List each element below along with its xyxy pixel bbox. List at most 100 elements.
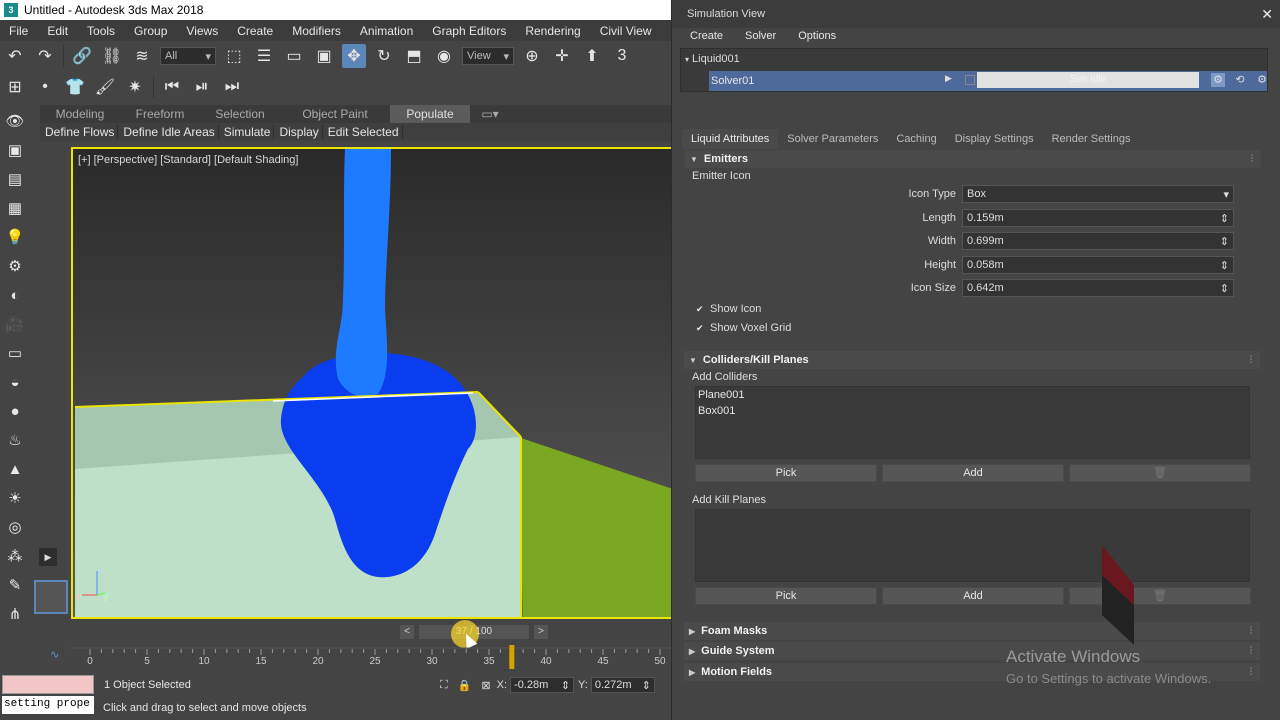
modify-panel-icon[interactable]: ▤ [2, 166, 28, 192]
close-icon[interactable]: ✕ [1261, 6, 1273, 23]
drag-grip-icon[interactable] [1250, 667, 1256, 675]
viewport-layout-button[interactable] [34, 580, 68, 614]
play-icon[interactable]: ▶ [945, 73, 952, 84]
torus-icon[interactable]: ◎ [2, 514, 28, 540]
keyboard-shortcut-icon[interactable]: ⬆ [580, 44, 604, 68]
isolate-icon[interactable]: ⛶ [440, 679, 448, 692]
tab-selection[interactable]: Selection [200, 107, 280, 121]
flow-icon[interactable]: ⋔ [2, 601, 28, 627]
menu-civil-view[interactable]: Civil View [591, 24, 662, 38]
display-button[interactable]: Display [276, 125, 323, 139]
menu-modifiers[interactable]: Modifiers [283, 24, 351, 38]
tab-liquid-attributes[interactable]: Liquid Attributes [682, 129, 779, 149]
point-icon[interactable]: • [33, 75, 57, 99]
colliders-header[interactable]: ▼ Colliders/Kill Planes [684, 351, 1260, 369]
light-icon[interactable]: 💡 [2, 224, 28, 250]
play-forward-icon[interactable]: ⏯ [190, 75, 214, 99]
drag-grip-icon[interactable] [1250, 626, 1256, 634]
key-mode-icon[interactable]: ⏮ [160, 75, 184, 99]
show-icon-checkbox[interactable]: ✔ Show Icon [696, 303, 761, 315]
window-crossing-icon[interactable]: ▣ [312, 44, 336, 68]
edit-selected-button[interactable]: Edit Selected [325, 125, 403, 139]
particle-icon[interactable]: ✷ [123, 75, 147, 99]
sphere-icon[interactable]: ● [2, 398, 28, 424]
maxscript-output[interactable]: setting prope [2, 696, 94, 714]
colliders-list[interactable]: Plane001 Box001 [695, 386, 1250, 459]
undo-icon[interactable]: ↶ [3, 44, 27, 68]
tree-item-liquid[interactable]: ▾ Liquid001 [685, 53, 740, 65]
helper-icon[interactable]: ⚙ [2, 253, 28, 279]
next-frame-button[interactable]: > [534, 625, 548, 639]
pick-collider-button[interactable]: Pick [695, 464, 877, 482]
sim-menu-solver[interactable]: Solver [745, 30, 776, 42]
camera-icon[interactable]: 🎥 [2, 311, 28, 337]
ribbon-options-icon[interactable]: ▭▾ [470, 107, 510, 121]
tab-render-settings[interactable]: Render Settings [1043, 129, 1140, 149]
delete-collider-icon[interactable]: 🗑 [1069, 464, 1251, 482]
selection-filter-dropdown[interactable]: All ▾ [160, 47, 216, 65]
tab-caching[interactable]: Caching [887, 129, 945, 149]
define-idle-areas-button[interactable]: Define Idle Areas [120, 125, 219, 139]
drag-grip-icon[interactable] [1251, 154, 1257, 162]
menu-group[interactable]: Group [125, 24, 177, 38]
menu-animation[interactable]: Animation [351, 24, 423, 38]
viewport-label[interactable]: [+] [Perspective] [Standard] [Default Sh… [78, 154, 298, 166]
redo-icon[interactable]: ↷ [33, 44, 57, 68]
cone-icon[interactable]: ▲ [2, 456, 28, 482]
list-item[interactable]: Plane001 [696, 387, 1249, 403]
x-coordinate-field[interactable]: -0.28m ⇕ [510, 677, 575, 693]
absolute-mode-icon[interactable]: ⊠ [481, 679, 490, 692]
delete-kill-plane-icon[interactable]: 🗑 [1069, 587, 1251, 605]
icon-type-dropdown[interactable]: Box ▾ [962, 185, 1234, 203]
solver-checkbox[interactable] [965, 75, 975, 85]
next-key-icon[interactable]: ⏭ [220, 75, 244, 99]
snaps-toggle-icon[interactable]: 3 [610, 44, 634, 68]
add-kill-plane-button[interactable]: Add [882, 587, 1064, 605]
add-collider-button[interactable]: Add [882, 464, 1064, 482]
tab-freeform[interactable]: Freeform [120, 107, 200, 121]
settings-icon[interactable]: ⚙ [1211, 73, 1225, 87]
menu-rendering[interactable]: Rendering [516, 24, 590, 38]
tab-modeling[interactable]: Modeling [40, 107, 120, 121]
kill-planes-list[interactable] [695, 509, 1250, 582]
teapot-icon[interactable]: ♨ [2, 427, 28, 453]
lock-icon[interactable]: 🔒 [458, 679, 472, 692]
reference-coord-dropdown[interactable]: View ▾ [462, 47, 514, 65]
placement-icon[interactable]: ◉ [432, 44, 456, 68]
move-icon[interactable]: ✥ [342, 44, 366, 68]
create-panel-icon[interactable]: ▣ [2, 137, 28, 163]
reset-icon[interactable]: ⟲ [1233, 73, 1247, 87]
box-icon[interactable]: ▭ [2, 340, 28, 366]
menu-views[interactable]: Views [177, 24, 228, 38]
unlink-icon[interactable]: ⛓ [100, 44, 124, 68]
paint-brush-icon[interactable]: ✎ [2, 572, 28, 598]
eye-icon[interactable]: 👁 [2, 108, 28, 134]
menu-file[interactable]: File [0, 24, 38, 38]
tab-solver-parameters[interactable]: Solver Parameters [778, 129, 887, 149]
width-spinner[interactable]: 0.699m ⇕ [962, 232, 1234, 250]
menu-graph-editors[interactable]: Graph Editors [423, 24, 516, 38]
show-voxel-grid-checkbox[interactable]: ✔ Show Voxel Grid [696, 322, 791, 334]
sun-icon[interactable]: ☀ [2, 485, 28, 511]
define-flows-button[interactable]: Define Flows [42, 125, 119, 139]
tab-object-paint[interactable]: Object Paint [280, 107, 390, 121]
tree-item-solver[interactable]: Solver01 ▶ Sim Idle ⚙ ⟲ ⚙ [709, 71, 1267, 91]
pivot-center-icon[interactable]: ⊕ [520, 44, 544, 68]
dome-icon[interactable]: ◒ [2, 369, 28, 395]
rect-selection-icon[interactable]: ▭ [282, 44, 306, 68]
list-item[interactable]: Box001 [696, 403, 1249, 419]
guide-system-header[interactable]: ▶ Guide System [684, 642, 1260, 660]
bind-space-warp-icon[interactable]: ≋ [130, 44, 154, 68]
prev-frame-button[interactable]: < [400, 625, 414, 639]
length-spinner[interactable]: 0.159m ⇕ [962, 209, 1234, 227]
menu-create[interactable]: Create [228, 24, 283, 38]
options-icon[interactable]: ⚙ [1255, 73, 1269, 87]
menu-tools[interactable]: Tools [78, 24, 125, 38]
paint-icon[interactable]: 🖌 [93, 75, 117, 99]
drag-grip-icon[interactable] [1250, 355, 1256, 363]
foam-masks-header[interactable]: ▶ Foam Masks [684, 622, 1260, 640]
link-icon[interactable]: 🔗 [70, 44, 94, 68]
spacewarp-icon[interactable]: ◐ [2, 282, 28, 308]
simulate-button[interactable]: Simulate [221, 125, 275, 139]
pick-kill-plane-button[interactable]: Pick [695, 587, 877, 605]
